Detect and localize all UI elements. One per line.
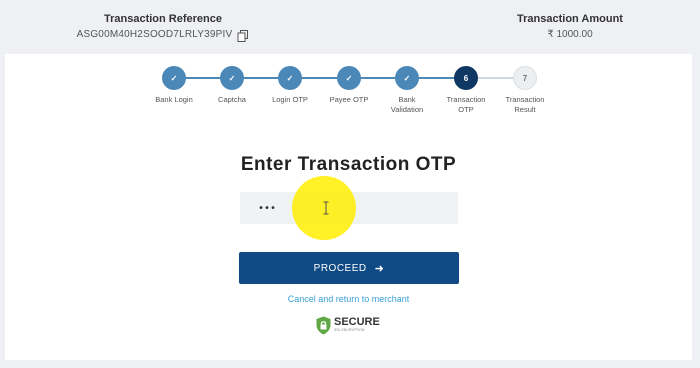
check-icon: ✓: [220, 66, 244, 90]
step-label: Transaction Result: [505, 95, 545, 114]
otp-card: ✓ Bank Login ✓ Captcha ✓ Login OTP ✓ Pay…: [5, 54, 692, 360]
step-label: Bank Validation: [390, 95, 424, 114]
step-label: Transaction OTP: [446, 95, 486, 114]
check-icon: ✓: [337, 66, 361, 90]
proceed-label: PROCEED: [313, 262, 367, 274]
check-icon: ✓: [162, 66, 186, 90]
progress-stepper: ✓ Bank Login ✓ Captcha ✓ Login OTP ✓ Pay…: [5, 54, 692, 134]
amount-title: Transaction Amount: [517, 13, 623, 25]
secure-badge: SECURE SSL ENCRYPTION: [316, 312, 386, 338]
secure-sub-label: SSL ENCRYPTION: [334, 328, 365, 332]
reference-title: Transaction Reference: [104, 13, 222, 25]
secure-label: SECURE: [334, 316, 380, 328]
transaction-reference: Transaction Reference ASG00M40H2SOOD7LRL…: [58, 12, 268, 42]
copy-icon[interactable]: [237, 29, 249, 42]
transaction-header: Transaction Reference ASG00M40H2SOOD7LRL…: [0, 0, 700, 52]
otp-title: Enter Transaction OTP: [240, 154, 457, 175]
otp-input[interactable]: •••: [240, 192, 458, 224]
right-arrow-icon: ➜: [374, 262, 385, 275]
cancel-link[interactable]: Cancel and return to merchant: [5, 294, 692, 304]
check-icon: ✓: [395, 66, 419, 90]
check-icon: ✓: [278, 66, 302, 90]
step-number-marker: 6: [454, 66, 478, 90]
step-transaction-result: 7 Transaction Result: [490, 54, 560, 115]
step-number-marker: 7: [513, 66, 537, 90]
amount-value: ₹ 1000.00: [547, 29, 593, 40]
transaction-amount: Transaction Amount ₹ 1000.00: [500, 12, 640, 42]
proceed-button[interactable]: PROCEED ➜: [239, 252, 459, 284]
reference-value: ASG00M40H2SOOD7LRLY39PIV: [76, 29, 233, 40]
shield-lock-icon: [316, 316, 331, 334]
